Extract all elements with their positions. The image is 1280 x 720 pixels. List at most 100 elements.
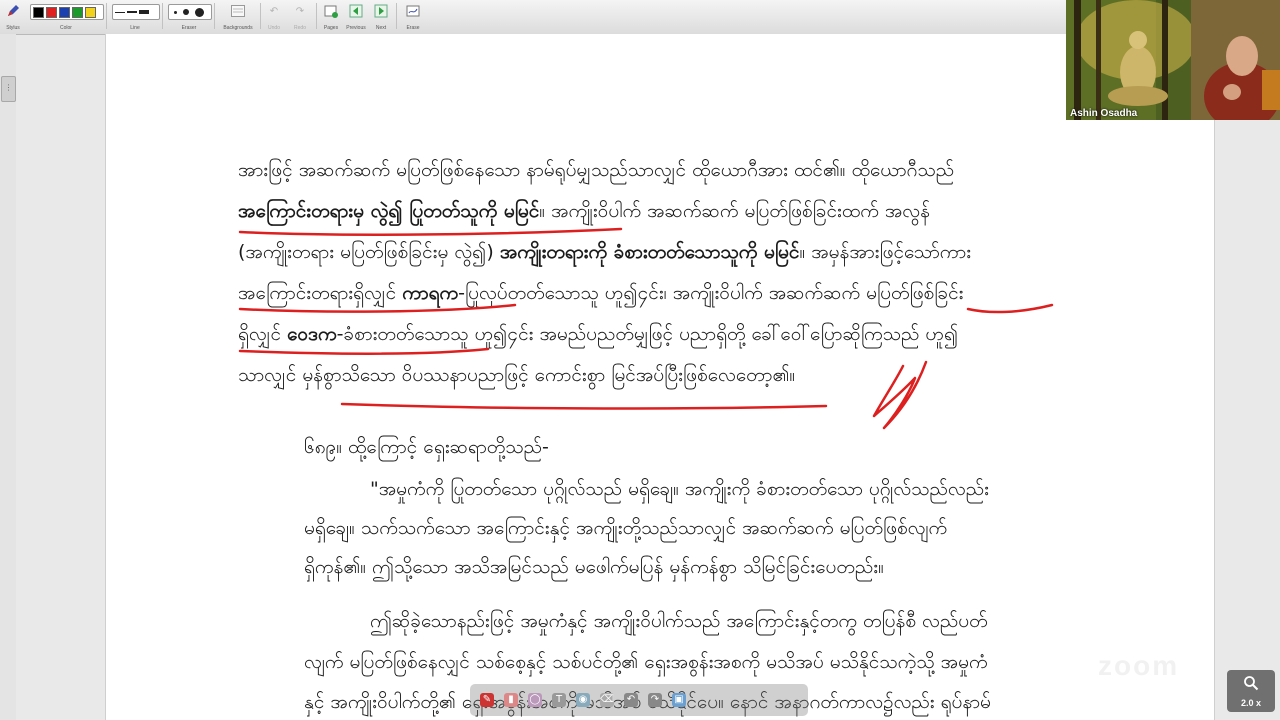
erase-icon [405, 3, 421, 19]
paragraph-number: ၆၈၉။ [304, 436, 342, 458]
quote-line: ရှိကုန်၏။ ဤသို့သော အသိအမြင်သည် မဖေါက်မပြ… [304, 555, 884, 583]
eraser-icon[interactable]: ⌫ [600, 693, 614, 707]
eraser-large-option[interactable] [195, 7, 204, 17]
text: ရှိကုန်၏။ ဤသို့သော အသိအမြင်သည် မဖေါက်မပြ… [304, 556, 884, 578]
highlighter-icon[interactable]: ▮ [504, 693, 518, 707]
color-black-swatch[interactable] [33, 6, 44, 18]
bold-text: ကာရက [402, 282, 459, 304]
text: လျက် မပြတ်ဖြစ်နေလျှင် သစ်စေ့နှင့် သစ်ပင်… [304, 651, 988, 673]
undo-label: Undo [268, 25, 280, 31]
text: မရှိချေ။ သက်သက်သော အကြောင်းနှင့် အကျိုးတ… [304, 517, 948, 539]
text-line: လျက် မပြတ်ဖြစ်နေလျှင် သစ်စေ့နှင့် သစ်ပင်… [304, 650, 988, 678]
text: အကြောင်းတရားရှိလျှင် [238, 282, 397, 304]
text-line: သာလျှင် မှန်စွာသိသော ဝိပဿနာပညာဖြင့် ကောင… [238, 363, 795, 391]
zoom-watermark: zoom [1098, 650, 1180, 681]
previous-label: Previous [346, 25, 366, 31]
erase-all-button[interactable]: Erase [402, 0, 424, 34]
bold-text: အကြောင်းတရားမှ လွဲ၍ ပြုတတ်သူကို မမြင် [238, 200, 540, 222]
text-line: အကြောင်းတရားမှ လွဲ၍ ပြုတတ်သူကို မမြင်။ အ… [238, 199, 930, 227]
stylus-label: Stylus [6, 25, 20, 31]
pen-icon [5, 3, 21, 19]
text: ။ အကျိုးဝိပါက် အဆက်ဆက် မပြတ်ဖြစ်ခြင်းထက်… [539, 200, 930, 222]
next-page-icon [373, 3, 389, 19]
floating-annotation-toolbar: ✎ ▮ ◯ T ◉ ⌫ ↶ ↷ ▣ [470, 684, 808, 716]
color-green-swatch[interactable] [72, 6, 83, 18]
eraser-label: Eraser [181, 25, 197, 31]
divider [260, 3, 261, 29]
participant-video[interactable]: Ashin Osadha [1066, 0, 1280, 120]
sidebar-toggle-tab[interactable]: ⋮ [1, 76, 16, 102]
divider [396, 3, 397, 29]
divider [106, 3, 107, 29]
text: သာလျှင် မှန်စွာသိသော ဝိပဿနာပညာဖြင့် ကောင… [238, 364, 796, 386]
zoom-level: 2.0 x [1240, 698, 1262, 708]
color-label: Color [60, 25, 72, 31]
undo-icon: ↶ [269, 5, 279, 17]
line-thin-option[interactable] [115, 11, 125, 13]
stylus-tool[interactable]: Stylus [2, 0, 24, 34]
eraser-medium-option[interactable] [183, 9, 189, 15]
redo-icon: ↷ [295, 5, 305, 17]
divider [162, 3, 163, 29]
backgrounds-icon [230, 3, 246, 19]
text-line: ဤဆိုခဲ့သောနည်းဖြင့် အမှုကံနှင့် အကျိုးဝိ… [370, 609, 988, 637]
video-scene [1066, 0, 1280, 120]
redo-icon[interactable]: ↷ [648, 693, 662, 707]
divider [214, 3, 215, 29]
text: -ခံစားတတ်သောသူ ဟူ၍၄င်း အမည်ပညတ်မျှဖြင့် … [336, 323, 959, 345]
text: အားဖြင့် အဆက်ဆက် မပြတ်ဖြစ်နေသော နာမ်ရုပ်… [238, 159, 955, 181]
zoom-control[interactable]: 2.0 x [1227, 670, 1275, 712]
participant-name: Ashin Osadha [1070, 108, 1138, 119]
save-icon[interactable]: ▣ [672, 693, 686, 707]
eraser-size-picker[interactable]: Eraser [166, 0, 212, 34]
undo-button[interactable]: ↶ Undo [264, 0, 284, 34]
line-medium-option[interactable] [127, 11, 137, 13]
previous-page-button[interactable]: Previous [344, 0, 368, 34]
eraser-small-option[interactable] [174, 10, 177, 14]
text-line: ရှိလျှင် ဝေဒက-ခံစားတတ်သောသူ ဟူ၍၄င်း အမည်… [238, 322, 958, 350]
color-red-swatch[interactable] [46, 6, 57, 18]
line-width-picker[interactable]: Line [110, 0, 160, 34]
next-label: Next [375, 25, 387, 31]
text: ။ အမှန်အားဖြင့်သော်ကား [799, 241, 972, 263]
text: ရှိလျှင် [238, 323, 282, 345]
text: ဤဆိုခဲ့သောနည်းဖြင့် အမှုကံနှင့် အကျိုးဝိ… [370, 610, 988, 632]
pages-icon [323, 3, 339, 19]
text-line: အားဖြင့် အဆက်ဆက် မပြတ်ဖြစ်နေသော နာမ်ရုပ်… [238, 158, 954, 186]
divider [316, 3, 317, 29]
redo-button[interactable]: ↷ Redo [290, 0, 310, 34]
text-line: အကြောင်းတရားရှိလျှင် ကာရက-ပြုလုပ်တတ်သောသ… [238, 281, 963, 309]
spotlight-icon[interactable]: ◉ [576, 693, 590, 707]
color-yellow-swatch[interactable] [85, 6, 96, 18]
color-swatches [30, 4, 104, 20]
next-page-button[interactable]: Next [370, 0, 392, 34]
text-line: (အကျိုးတရား မပြတ်ဖြစ်ခြင်းမှ လွဲ၍) အကျို… [238, 240, 971, 268]
text: "အမှုကံကို ပြုတတ်သော ပုဂ္ဂိုလ်သည် မရှိချ… [370, 478, 989, 500]
redo-label: Redo [294, 25, 306, 31]
left-sidebar: ⋮ [0, 34, 16, 720]
quote-line: "အမှုကံကို ပြုတတ်သော ပုဂ္ဂိုလ်သည် မရှိချ… [370, 477, 989, 505]
pages-label: Pages [323, 25, 339, 31]
pages-button[interactable]: Pages [320, 0, 342, 34]
backgrounds-button[interactable]: Backgrounds [220, 0, 256, 34]
backgrounds-label: Backgrounds [223, 25, 253, 31]
text: ထို့ကြောင့် ရှေးဆရာတို့သည်- [348, 436, 549, 458]
text-icon[interactable]: T [552, 693, 566, 707]
pen-icon[interactable]: ✎ [480, 693, 494, 707]
drawing-toolbar: Stylus Color Line Eraser Backgrounds ↶ U… [0, 0, 1066, 35]
text: -ပြုလုပ်တတ်သောသူ ဟူ၍၄င်း၊ အကျိုးဝိပါက် အ… [458, 282, 964, 304]
bold-text: အကျိုးတရားကို ခံစားတတ်သောသူကို မမြင် [499, 241, 800, 263]
erase-label: Erase [406, 25, 420, 31]
magnifier-icon [1243, 675, 1259, 696]
undo-icon[interactable]: ↶ [624, 693, 638, 707]
line-widths [112, 4, 160, 20]
line-thick-option[interactable] [139, 10, 149, 14]
color-picker[interactable]: Color [28, 0, 104, 34]
color-blue-swatch[interactable] [59, 6, 70, 18]
shape-icon[interactable]: ◯ [528, 693, 542, 707]
quote-line: မရှိချေ။ သက်သက်သော အကြောင်းနှင့် အကျိုးတ… [304, 516, 947, 544]
paragraph-heading: ၆၈၉။ ထို့ကြောင့် ရှေးဆရာတို့သည်- [304, 435, 549, 463]
text: (အကျိုးတရား မပြတ်ဖြစ်ခြင်းမှ လွဲ၍) [238, 241, 494, 263]
eraser-sizes [168, 4, 212, 20]
bold-text: ဝေဒက [287, 323, 337, 345]
